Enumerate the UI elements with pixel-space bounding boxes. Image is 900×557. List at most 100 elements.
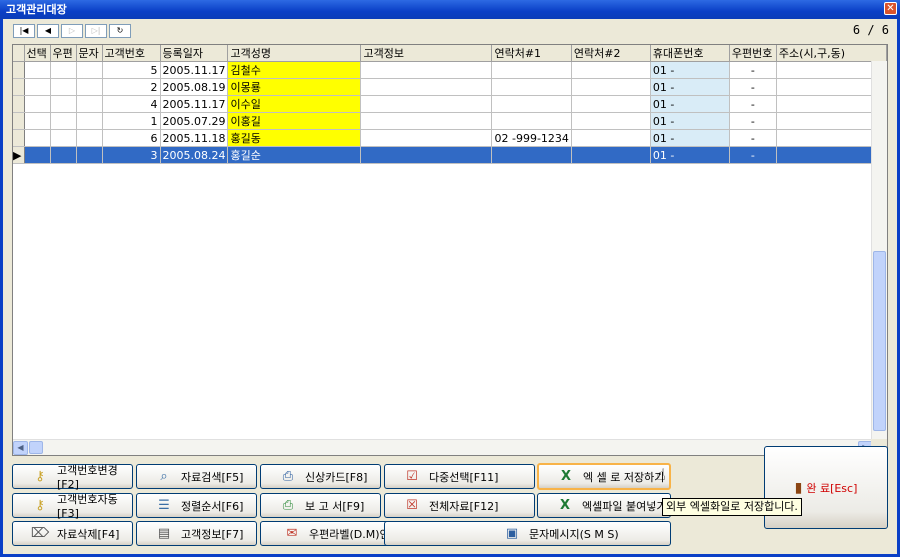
row-indicator[interactable]: ▶ <box>13 146 25 164</box>
register-date-cell[interactable]: 2005.11.17 <box>160 95 229 113</box>
contact1-cell[interactable] <box>491 146 572 164</box>
contact2-cell[interactable] <box>571 129 651 147</box>
col-header[interactable]: 고객성명 <box>227 45 362 62</box>
customer-info-button[interactable]: ▤ 고객정보[F7] <box>136 521 257 546</box>
select-cell[interactable] <box>24 112 51 130</box>
sms-cell[interactable] <box>76 61 103 79</box>
col-header[interactable]: 우편번호 <box>729 45 777 62</box>
address-cell[interactable] <box>776 78 887 96</box>
sort-order-button[interactable]: ☰ 정렬순서[F6] <box>136 493 257 518</box>
mail-cell[interactable] <box>50 78 77 96</box>
customer-info-cell[interactable] <box>360 95 493 113</box>
sms-cell[interactable] <box>76 146 103 164</box>
multi-select-button[interactable]: ☑ 다중선택[F11] <box>384 464 535 489</box>
customer-name-cell[interactable]: 이수일 <box>227 95 362 113</box>
customer-info-cell[interactable] <box>360 78 493 96</box>
address-cell[interactable] <box>776 146 887 164</box>
save-to-excel-button[interactable]: X엑 셀 로 저장하기 <box>537 463 671 490</box>
table-row[interactable]: 2 2005.08.19 이몽룡 01 -- <box>13 78 887 96</box>
customer-info-cell[interactable] <box>360 61 493 79</box>
customer-number-cell[interactable]: 5 <box>102 61 161 79</box>
refresh-button[interactable]: ↻ <box>109 24 131 38</box>
col-header[interactable]: 휴대폰번호 <box>650 45 730 62</box>
select-cell[interactable] <box>24 95 51 113</box>
col-header[interactable]: 연락처#2 <box>571 45 651 62</box>
col-header[interactable]: 우편 <box>50 45 77 62</box>
delete-data-button[interactable]: ⌦ 자료삭제[F4] <box>12 521 133 546</box>
zip-cell[interactable]: - <box>729 129 777 147</box>
select-cell[interactable] <box>24 146 51 164</box>
next-record-button[interactable]: ▷ <box>61 24 83 38</box>
customer-grid[interactable]: 선택 우편 문자 고객번호 등록일자 고객성명 고객정보 연락처#1 연락처#2… <box>12 44 888 456</box>
paste-excel-file-button[interactable]: X 엑셀파일 붙여넣기 <box>537 493 671 518</box>
sms-message-button[interactable]: ▣ 문자메시지(S M S) <box>384 521 671 546</box>
vertical-scrollbar[interactable] <box>871 61 887 441</box>
contact1-cell[interactable] <box>491 78 572 96</box>
contact1-cell[interactable] <box>491 61 572 79</box>
customer-number-cell[interactable]: 6 <box>102 129 161 147</box>
first-record-button[interactable]: |◀ <box>13 24 35 38</box>
zip-cell[interactable]: - <box>729 61 777 79</box>
customer-info-cell[interactable] <box>360 112 493 130</box>
contact1-cell[interactable] <box>491 112 572 130</box>
mobile-cell[interactable]: 01 - <box>650 112 730 130</box>
customer-info-cell[interactable] <box>360 129 493 147</box>
prev-record-button[interactable]: ◀ <box>37 24 59 38</box>
customer-name-cell[interactable]: 이몽룡 <box>227 78 362 96</box>
change-customer-number-button[interactable]: ⚷ 고객번호변경[F2] <box>12 464 133 491</box>
mobile-cell[interactable]: 01 - <box>650 78 730 96</box>
sms-cell[interactable] <box>76 78 103 96</box>
zip-cell[interactable]: - <box>729 78 777 96</box>
scroll-left-arrow-icon[interactable]: ◀ <box>13 441 28 455</box>
select-cell[interactable] <box>24 78 51 96</box>
row-indicator[interactable] <box>13 112 25 130</box>
close-button[interactable]: ✕ <box>884 2 897 15</box>
row-indicator[interactable] <box>13 129 25 147</box>
sms-cell[interactable] <box>76 112 103 130</box>
address-cell[interactable] <box>776 129 887 147</box>
customer-number-cell[interactable]: 2 <box>102 78 161 96</box>
register-date-cell[interactable]: 2005.11.17 <box>160 61 229 79</box>
mail-cell[interactable] <box>50 112 77 130</box>
horizontal-scroll-thumb[interactable] <box>29 441 43 454</box>
table-row[interactable]: 5 2005.11.17 김철수 01 -- <box>13 61 887 79</box>
sms-cell[interactable] <box>76 129 103 147</box>
col-header[interactable]: 선택 <box>24 45 51 62</box>
mail-cell[interactable] <box>50 146 77 164</box>
contact1-cell[interactable]: 02 -999-1234 <box>491 129 572 147</box>
report-button[interactable]: ⎙ 보 고 서[F9] <box>260 493 381 518</box>
col-header[interactable]: 고객정보 <box>360 45 493 62</box>
horizontal-scrollbar[interactable]: ◀ ▶ <box>13 439 873 455</box>
col-header[interactable]: 고객번호 <box>102 45 161 62</box>
select-cell[interactable] <box>24 129 51 147</box>
table-row[interactable]: 1 2005.07.29 이홍길 01 -- <box>13 112 887 130</box>
customer-name-cell[interactable]: 홍길동 <box>227 129 362 147</box>
mail-cell[interactable] <box>50 129 77 147</box>
mobile-cell[interactable]: 01 - <box>650 61 730 79</box>
col-header[interactable]: 연락처#1 <box>491 45 572 62</box>
address-cell[interactable] <box>776 95 887 113</box>
col-header[interactable]: 문자 <box>76 45 103 62</box>
contact1-cell[interactable] <box>491 95 572 113</box>
customer-name-cell[interactable]: 김철수 <box>227 61 362 79</box>
register-date-cell[interactable]: 2005.08.19 <box>160 78 229 96</box>
contact2-cell[interactable] <box>571 112 651 130</box>
address-cell[interactable] <box>776 112 887 130</box>
vertical-scroll-thumb[interactable] <box>873 251 886 431</box>
mobile-cell[interactable]: 01 - <box>650 146 730 164</box>
zip-cell[interactable]: - <box>729 112 777 130</box>
contact2-cell[interactable] <box>571 61 651 79</box>
customer-name-cell[interactable]: 이홍길 <box>227 112 362 130</box>
done-button[interactable]: ▮ 완 료[Esc] <box>764 446 888 529</box>
sms-cell[interactable] <box>76 95 103 113</box>
table-row[interactable]: 4 2005.11.17 이수일 01 -- <box>13 95 887 113</box>
select-cell[interactable] <box>24 61 51 79</box>
customer-number-cell[interactable]: 1 <box>102 112 161 130</box>
mobile-cell[interactable]: 01 - <box>650 129 730 147</box>
table-row[interactable]: ▶ 3 2005.08.24 홍길순 01 -- <box>13 146 887 164</box>
mail-cell[interactable] <box>50 61 77 79</box>
customer-info-cell[interactable] <box>360 146 493 164</box>
register-date-cell[interactable]: 2005.07.29 <box>160 112 229 130</box>
zip-cell[interactable]: - <box>729 146 777 164</box>
col-header[interactable]: 등록일자 <box>160 45 229 62</box>
